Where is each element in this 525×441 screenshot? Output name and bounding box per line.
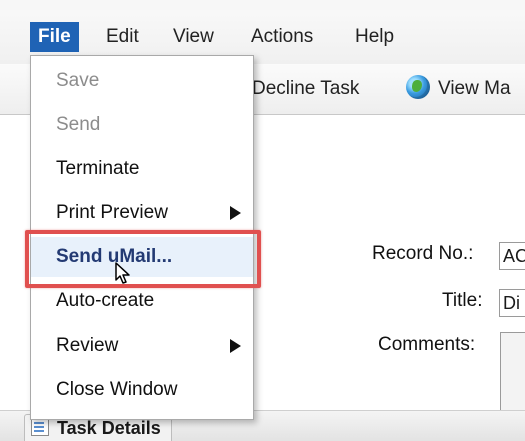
file-menu-close-window[interactable]: Close Window [31,370,253,410]
file-menu-print-preview[interactable]: Print Preview [31,193,253,233]
file-menu-auto-create-label: Auto-create [56,290,155,311]
menu-help[interactable]: Help [349,22,400,52]
decline-task-label: Decline Task [252,78,360,99]
file-menu-save-label: Save [56,70,100,91]
view-map-label: View Ma [438,78,511,99]
menu-view[interactable]: View [167,22,220,52]
file-menu-send[interactable]: Send [31,105,253,145]
file-menu-terminate-label: Terminate [56,158,140,179]
title-label: Title: [442,290,483,311]
task-form-panel [250,140,525,430]
submenu-arrow-icon [230,339,241,353]
globe-icon [406,74,430,99]
decline-task-button[interactable]: Decline Task [252,76,359,102]
window-top-edge [0,0,525,10]
title-field[interactable]: Di [499,289,525,317]
menu-actions[interactable]: Actions [245,22,319,52]
file-menu-review[interactable]: Review [31,326,253,366]
task-details-label: Task Details [57,418,161,438]
comments-field[interactable] [500,332,525,412]
menu-edit[interactable]: Edit [100,22,145,52]
view-map-button[interactable]: View Ma [406,74,511,102]
menu-file[interactable]: File [30,22,79,52]
highlight-box [25,230,261,288]
file-menu-review-label: Review [56,335,119,356]
record-no-field[interactable]: AC [499,242,525,270]
file-menu-terminate[interactable]: Terminate [31,149,253,189]
task-details-icon [31,418,49,437]
record-no-label: Record No.: [372,243,474,264]
file-menu-save[interactable]: Save [31,61,253,101]
file-menu-print-preview-label: Print Preview [56,202,168,223]
file-menu-send-label: Send [56,114,101,135]
file-menu-close-window-label: Close Window [56,379,178,400]
comments-label: Comments: [378,334,476,355]
submenu-arrow-icon [230,206,241,220]
